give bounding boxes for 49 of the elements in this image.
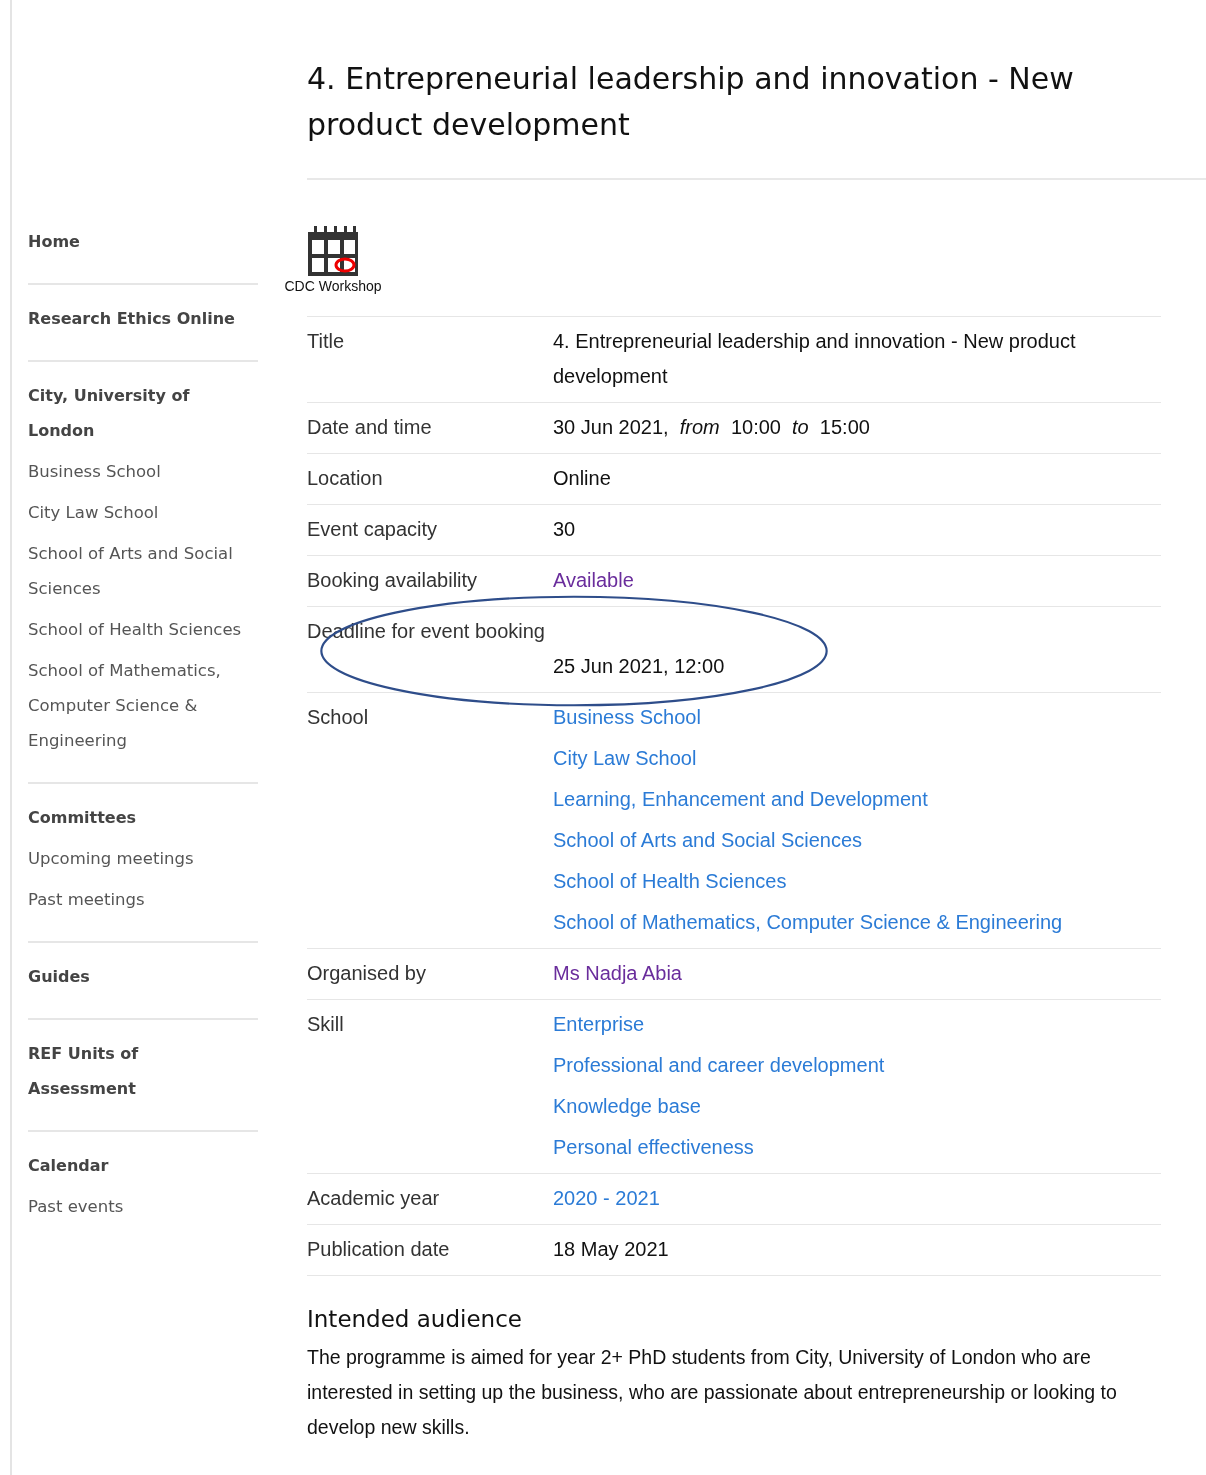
value-link[interactable]: Personal effectiveness: [553, 1130, 754, 1165]
sidebar-heading-link[interactable]: City, University of London: [28, 378, 243, 448]
sidebar-link[interactable]: City Law School: [28, 495, 159, 530]
field-label: Organised by: [307, 961, 427, 986]
value-link[interactable]: City Law School: [553, 741, 697, 776]
field-value: 30 Jun 2021, from 10:00 to 15:00: [553, 415, 870, 440]
page-title: 4. Entrepreneurial leadership and innovation - New product development: [307, 60, 1075, 144]
field-value: Online: [553, 466, 611, 491]
value-link[interactable]: Learning, Enhancement and Development: [553, 782, 928, 817]
sidebar-link[interactable]: Past events: [28, 1189, 124, 1224]
value-link[interactable]: 2020 - 2021: [553, 1181, 660, 1216]
section-heading: Intended audience: [307, 1306, 523, 1332]
field-value: 30: [553, 517, 576, 542]
field-label: Skill: [307, 1012, 345, 1037]
value-link[interactable]: Enterprise: [553, 1007, 645, 1042]
field-label: Publication date: [307, 1237, 451, 1262]
sidebar-link[interactable]: Past meetings: [28, 882, 145, 917]
field-value: 18 May 2021: [553, 1237, 669, 1262]
sidebar-heading-link[interactable]: Home: [28, 224, 80, 259]
value-link[interactable]: Professional and career development: [553, 1048, 885, 1083]
sidebar-heading-link[interactable]: Research Ethics Online: [28, 301, 235, 336]
value-link[interactable]: School of Mathematics, Computer Science & Engineering: [553, 905, 1063, 940]
sidebar-link[interactable]: School of Mathematics, Computer Science & Engineering: [28, 653, 258, 758]
sidebar-heading-link[interactable]: Guides: [28, 959, 90, 994]
field-label: Location: [307, 466, 384, 491]
value-link[interactable]: Available: [553, 563, 634, 598]
calendar-icon: [306, 224, 360, 278]
sidebar-link[interactable]: School of Arts and Social Sciences: [28, 536, 258, 606]
field-value: 25 Jun 2021, 12:00: [553, 654, 725, 679]
field-label: School: [307, 705, 370, 730]
sidebar-heading-link[interactable]: REF Units of Assessment: [28, 1036, 243, 1106]
field-value: 4. Entrepreneurial leadership and innovation - New product development: [553, 329, 1077, 389]
sidebar-link[interactable]: School of Health Sciences: [28, 612, 242, 647]
value-link[interactable]: Business School: [553, 700, 701, 735]
sidebar-link[interactable]: Upcoming meetings: [28, 841, 194, 876]
audience-text: The programme is aimed for year 2+ PhD students from City, University of London who are interested in setting up the business, who are passionate about entrepreneurship or looking to develop new skills.: [307, 1345, 1118, 1440]
field-label: Date and time: [307, 415, 433, 440]
field-label: Title: [307, 329, 346, 354]
value-link[interactable]: Knowledge base: [553, 1089, 701, 1124]
event-type-label: CDC Workshop: [284, 278, 382, 294]
value-link[interactable]: Ms Nadja Abia: [553, 956, 682, 991]
field-label: Academic year: [307, 1186, 441, 1211]
field-label: Event capacity: [307, 517, 439, 542]
value-link[interactable]: School of Health Sciences: [553, 864, 787, 899]
sidebar-link[interactable]: Business School: [28, 454, 161, 489]
value-link[interactable]: School of Arts and Social Sciences: [553, 823, 863, 858]
sidebar-heading-link[interactable]: Calendar: [28, 1148, 109, 1183]
field-label: Booking availability: [307, 568, 479, 593]
sidebar-heading-link[interactable]: Committees: [28, 800, 137, 835]
